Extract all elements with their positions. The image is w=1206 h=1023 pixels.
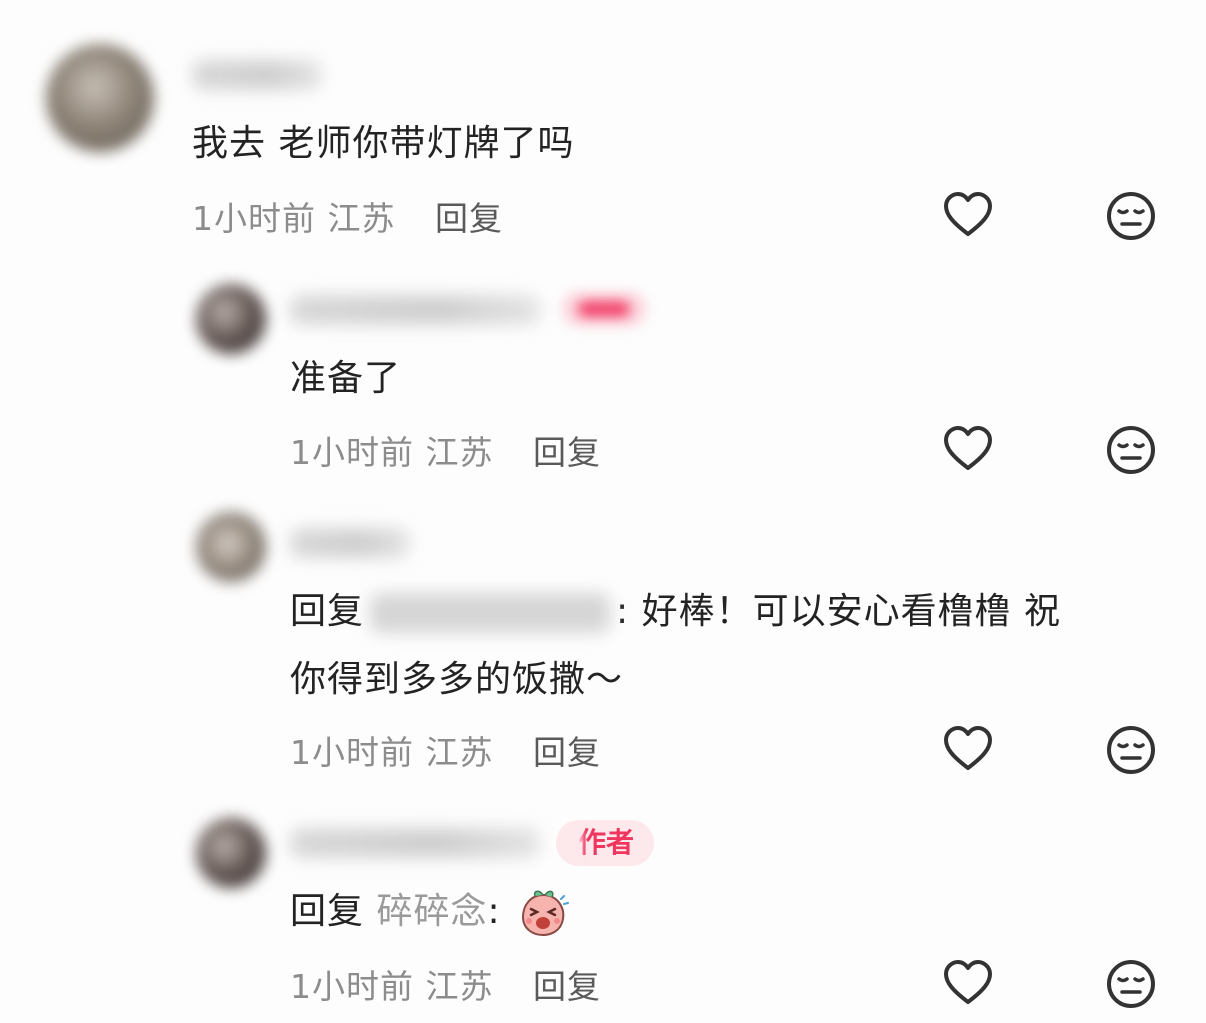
- reply-item: 作者 回复 碎碎念: 1小时前 江苏 回复: [0, 0, 1206, 1023]
- author-badge: 作者: [556, 820, 655, 866]
- comment-text: 回复 碎碎念:: [290, 878, 570, 946]
- comment-meta: 1小时前 江苏 回复: [290, 960, 601, 1008]
- neutral-face-icon[interactable]: [1105, 958, 1157, 1010]
- reply-prefix: 回复: [290, 891, 365, 932]
- reply-target-name[interactable]: 碎碎念: [376, 891, 487, 932]
- heart-outline-icon[interactable]: [942, 958, 994, 1010]
- username-blurred[interactable]: [290, 828, 540, 858]
- reply-button[interactable]: 回复: [533, 967, 601, 1006]
- laughing-peach-sticker-icon: [522, 890, 570, 937]
- comment-time: 1小时前: [290, 967, 414, 1006]
- reply-colon: :: [487, 891, 501, 932]
- avatar[interactable]: [196, 818, 266, 888]
- comment-location: 江苏: [425, 967, 494, 1006]
